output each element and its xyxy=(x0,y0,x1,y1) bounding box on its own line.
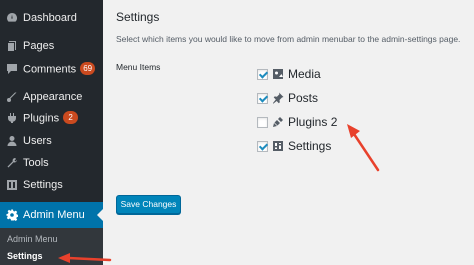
plugins-checkbox[interactable] xyxy=(257,116,268,128)
pages-icon xyxy=(6,40,18,52)
tools-icon xyxy=(6,157,18,169)
sidebar-item-settings[interactable]: Settings xyxy=(0,174,103,196)
menu-item-option-plugins[interactable]: Plugins 2 xyxy=(257,114,337,130)
settings-icon xyxy=(6,179,18,191)
annotation-arrow-plugins xyxy=(347,124,380,172)
sidebar-item-label: Tools xyxy=(23,157,49,169)
appearance-icon xyxy=(6,91,18,103)
submenu-item-admin-menu[interactable]: Admin Menu xyxy=(7,234,58,244)
menu-item-option-settings[interactable]: Settings xyxy=(257,138,331,154)
sidebar-item-users[interactable]: Users xyxy=(0,130,103,152)
menu-item-option-media[interactable]: Media xyxy=(257,66,321,82)
menu-item-option-posts[interactable]: Posts xyxy=(257,90,318,106)
sidebar-item-pages[interactable]: Pages xyxy=(0,35,103,57)
sidebar-item-label: Appearance xyxy=(23,91,83,103)
sidebar-item-comments[interactable]: Comments 69 xyxy=(0,58,103,80)
plugins-count-badge: 2 xyxy=(63,110,79,124)
dashboard-icon xyxy=(6,12,18,24)
sidebar-item-label: Pages xyxy=(23,40,55,52)
comments-count-badge: 69 xyxy=(80,61,96,75)
plugins-icon xyxy=(6,112,18,124)
media-icon xyxy=(272,68,284,80)
posts-label: Posts xyxy=(288,91,319,105)
save-changes-button[interactable]: Save Changes xyxy=(116,195,181,214)
comments-icon xyxy=(6,63,18,75)
sidebar-item-label: Dashboard xyxy=(23,12,77,24)
sidebar-item-admin-menu[interactable]: Admin Menu xyxy=(0,202,103,228)
sidebar-item-label: Admin Menu xyxy=(23,209,85,221)
sidebar-item-label: Comments xyxy=(23,62,77,75)
sidebar-item-dashboard[interactable]: Dashboard xyxy=(0,7,103,29)
media-label: Media xyxy=(288,67,321,81)
media-checkbox[interactable] xyxy=(257,68,268,80)
sidebar-item-label: Plugins xyxy=(23,111,60,124)
sidebar-item-plugins[interactable]: Plugins 2 xyxy=(0,107,103,129)
gear-icon xyxy=(6,209,18,221)
menu-items-label: Menu Items xyxy=(116,62,161,72)
submenu-item-settings[interactable]: Settings xyxy=(7,251,43,261)
users-icon xyxy=(6,135,18,147)
posts-checkbox[interactable] xyxy=(257,92,268,104)
settings-box-icon xyxy=(272,140,284,152)
sidebar-item-appearance[interactable]: Appearance xyxy=(0,86,103,108)
settings-checkbox[interactable] xyxy=(257,140,268,152)
page-description: Select which items you would like to mov… xyxy=(116,34,461,44)
sidebar-item-tools[interactable]: Tools xyxy=(0,152,103,174)
plugins-2-label: Plugins 2 xyxy=(288,115,338,129)
admin-sidebar: Dashboard Pages Comments 69 Appearance Pl… xyxy=(0,0,103,265)
sidebar-item-label: Users xyxy=(23,135,52,147)
plugin-icon xyxy=(272,116,284,128)
pin-icon xyxy=(272,92,284,104)
settings-option-label: Settings xyxy=(288,139,332,153)
admin-menu-submenu: Admin Menu Settings xyxy=(0,228,103,265)
sidebar-item-label: Settings xyxy=(23,179,63,191)
page-title: Settings xyxy=(116,10,160,24)
